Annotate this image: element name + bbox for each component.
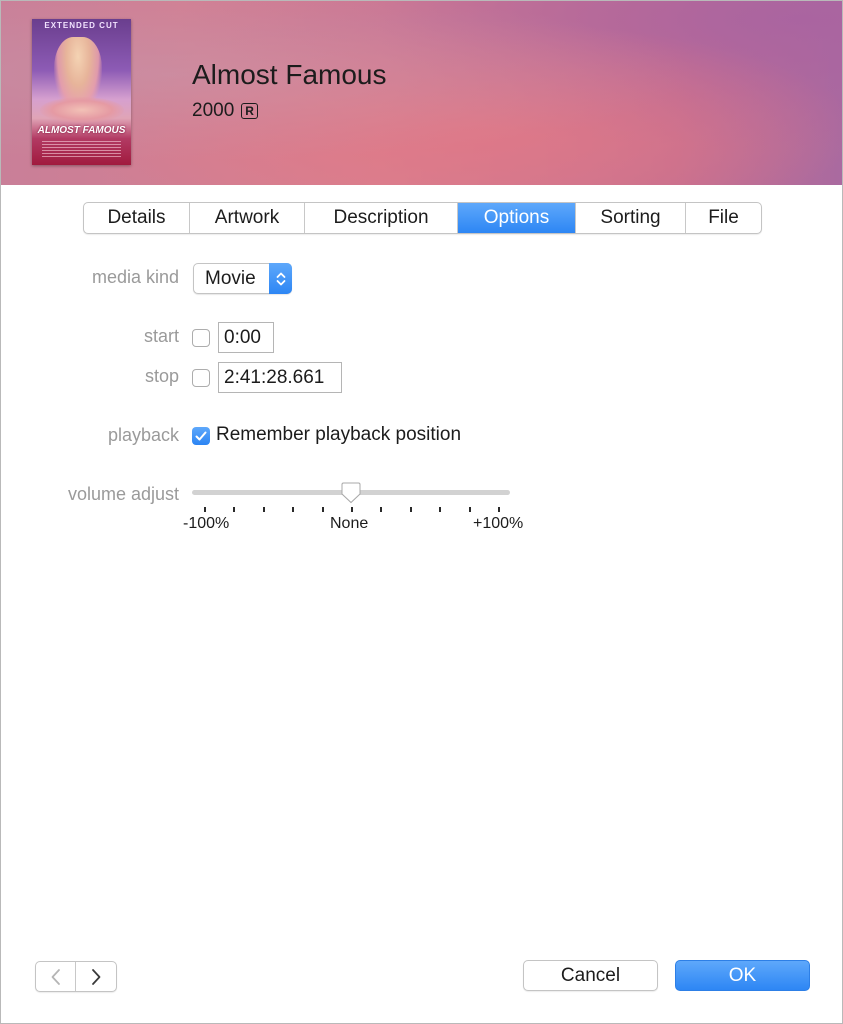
header-banner: EXTENDED CUT ALMOST FAMOUS Almost Famous… bbox=[1, 1, 842, 185]
poster-credits bbox=[42, 141, 121, 159]
previous-item-button[interactable] bbox=[36, 962, 76, 991]
movie-subtitle: 2000 R bbox=[192, 100, 258, 122]
volume-tick bbox=[410, 507, 412, 512]
stop-label: stop bbox=[144, 366, 179, 386]
tab-description[interactable]: Description bbox=[305, 203, 458, 233]
movie-title: Almost Famous bbox=[192, 59, 387, 90]
tab-sorting[interactable]: Sorting bbox=[576, 203, 686, 233]
content-rating-badge: R bbox=[241, 103, 258, 119]
volume-tick bbox=[380, 507, 382, 512]
volume-mid-label: None bbox=[330, 515, 369, 532]
cancel-button[interactable]: Cancel bbox=[523, 960, 658, 991]
remember-playback-checkbox[interactable] bbox=[192, 427, 210, 445]
media-kind-label: media kind bbox=[91, 267, 179, 287]
volume-tick bbox=[204, 507, 206, 512]
tab-options[interactable]: Options bbox=[458, 203, 576, 233]
poster-title-text: ALMOST FAMOUS bbox=[37, 125, 126, 136]
remember-playback-label[interactable]: Remember playback position bbox=[216, 424, 461, 446]
tab-bar: Details Artwork Description Options Sort… bbox=[83, 202, 762, 234]
tab-details[interactable]: Details bbox=[84, 203, 190, 233]
stop-time-field[interactable]: 2:41:28.661 bbox=[218, 362, 342, 393]
volume-tick bbox=[498, 507, 500, 512]
volume-tick bbox=[322, 507, 324, 512]
media-kind-value: Movie bbox=[205, 267, 256, 289]
playback-label: playback bbox=[107, 425, 179, 445]
chevron-right-icon bbox=[92, 968, 101, 985]
volume-tick bbox=[469, 507, 471, 512]
volume-max-label: +100% bbox=[473, 515, 524, 532]
volume-tick bbox=[439, 507, 441, 512]
chevron-left-icon bbox=[51, 968, 60, 985]
volume-slider-knob[interactable] bbox=[340, 482, 362, 504]
volume-tick bbox=[292, 507, 294, 512]
checkmark-icon bbox=[195, 431, 207, 441]
media-kind-select[interactable]: Movie bbox=[193, 263, 292, 294]
tab-artwork[interactable]: Artwork bbox=[190, 203, 305, 233]
item-navigation bbox=[35, 961, 117, 992]
start-time-field[interactable]: 0:00 bbox=[218, 322, 274, 353]
next-item-button[interactable] bbox=[76, 962, 116, 991]
movie-year: 2000 bbox=[192, 100, 235, 121]
start-label: start bbox=[143, 326, 179, 346]
volume-tick bbox=[263, 507, 265, 512]
volume-tick bbox=[233, 507, 235, 512]
up-down-arrows-icon bbox=[269, 263, 292, 294]
poster-top-text: EXTENDED CUT bbox=[44, 21, 119, 30]
start-checkbox[interactable] bbox=[192, 329, 210, 347]
volume-min-label: -100% bbox=[183, 515, 230, 532]
volume-adjust-label: volume adjust bbox=[67, 484, 179, 504]
get-info-window: EXTENDED CUT ALMOST FAMOUS Almost Famous… bbox=[0, 0, 843, 1024]
ok-button[interactable]: OK bbox=[675, 960, 810, 991]
volume-tick bbox=[351, 507, 353, 512]
stop-checkbox[interactable] bbox=[192, 369, 210, 387]
movie-poster-artwork: EXTENDED CUT ALMOST FAMOUS bbox=[32, 19, 131, 165]
poster-figure-legs bbox=[40, 97, 124, 123]
tab-file[interactable]: File bbox=[686, 203, 761, 233]
